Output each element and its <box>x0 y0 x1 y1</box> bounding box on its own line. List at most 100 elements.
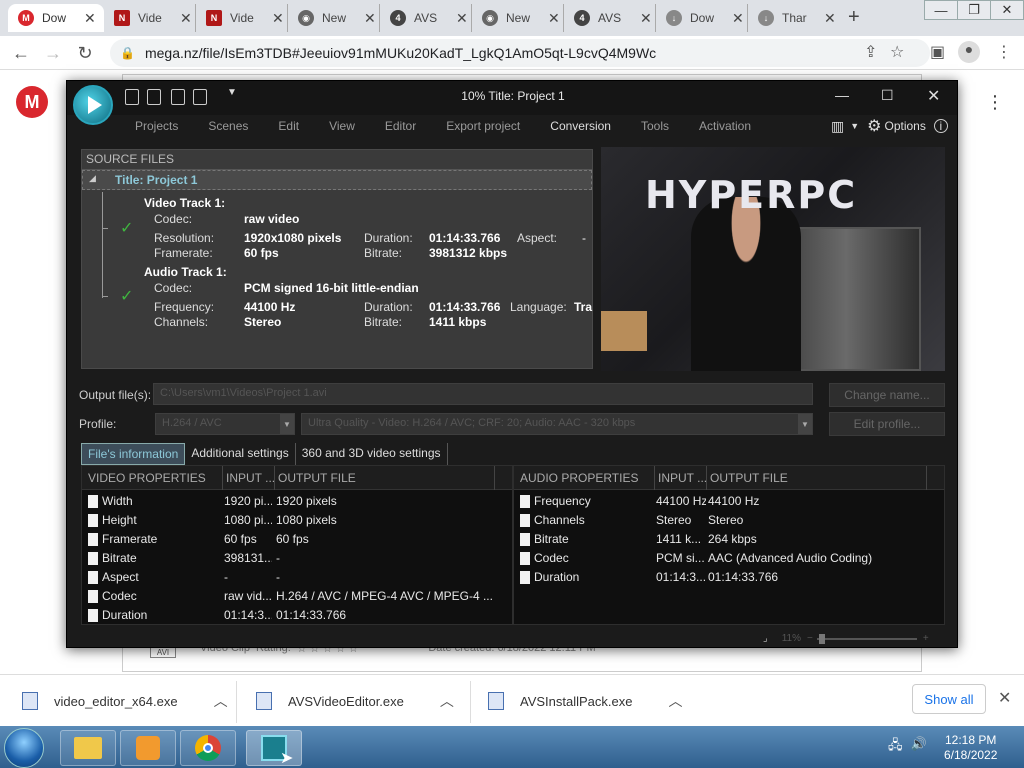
close-icon[interactable]: ✕ <box>180 10 192 27</box>
back-arrow-icon[interactable]: ← <box>8 40 34 66</box>
menu-conversion[interactable]: Conversion <box>550 119 611 133</box>
browser-tab-new-1[interactable]: ◉ New ✕ <box>288 4 380 32</box>
chevron-up-icon[interactable]: ︿ <box>440 691 454 711</box>
avs-maximize-icon[interactable]: ☐ <box>881 87 894 104</box>
table-row[interactable]: Duration 01:14:3... 01:14:33.766 <box>82 606 512 625</box>
collapse-triangle-icon[interactable]: ◢ <box>89 173 96 184</box>
profile-avatar-icon[interactable]: ● <box>958 41 980 63</box>
zoom-slider-thumb[interactable] <box>818 633 825 644</box>
tab-additional-settings[interactable]: Additional settings <box>185 443 296 465</box>
project-title-row[interactable]: ◢ Title: Project 1 <box>82 170 592 190</box>
output-file-field[interactable]: C:\Users\vm1\Videos\Project 1.avi <box>153 383 813 405</box>
column-header[interactable]: VIDEO PROPERTIES <box>88 471 206 485</box>
column-divider[interactable] <box>222 466 223 490</box>
page-menu-dots-icon[interactable]: ⋮ <box>986 92 1004 113</box>
close-icon[interactable]: ✕ <box>732 10 744 27</box>
mega-logo[interactable]: M <box>16 86 48 118</box>
menu-tools[interactable]: Tools <box>641 119 669 133</box>
close-icon[interactable]: ✕ <box>990 0 1024 20</box>
chevron-up-icon[interactable]: ︿ <box>214 691 228 711</box>
table-row[interactable]: Bitrate 398131... - <box>82 549 512 568</box>
close-icon[interactable]: ✕ <box>84 10 96 27</box>
table-row[interactable]: Bitrate 1411 k... 264 kbps <box>514 530 944 549</box>
close-icon[interactable]: ✕ <box>824 10 836 27</box>
close-icon[interactable]: ✕ <box>640 10 652 27</box>
taskbar-chrome[interactable] <box>180 730 236 766</box>
close-icon[interactable]: ✕ <box>456 10 468 27</box>
column-header[interactable]: INPUT ... <box>658 471 707 485</box>
avs-minimize-icon[interactable]: — <box>835 87 849 103</box>
browser-tab-new-2[interactable]: ◉ New ✕ <box>472 4 564 32</box>
show-all-button[interactable]: Show all <box>912 684 986 714</box>
column-header[interactable]: OUTPUT FILE <box>278 471 356 485</box>
tab-360-3d-settings[interactable]: 360 and 3D video settings <box>296 443 448 465</box>
browser-tab-download-1[interactable]: ↓ Dow ✕ <box>656 4 748 32</box>
column-divider[interactable] <box>494 466 495 490</box>
gear-icon[interactable]: ⚙ <box>867 116 881 136</box>
close-icon[interactable]: ✕ <box>272 10 284 27</box>
close-icon[interactable]: ✕ <box>548 10 560 27</box>
table-row[interactable]: Channels Stereo Stereo <box>514 511 944 530</box>
browser-tab-nch-2[interactable]: N Vide ✕ <box>196 4 288 32</box>
chevron-up-icon[interactable]: ︿ <box>668 691 682 711</box>
menu-edit[interactable]: Edit <box>278 119 299 133</box>
menu-activation[interactable]: Activation <box>699 119 751 133</box>
download-item[interactable]: AVSInstallPack.exe ︿ <box>488 691 682 711</box>
bookmark-star-icon[interactable]: ☆ <box>890 42 904 62</box>
table-row[interactable]: Duration 01:14:3... 01:14:33.766 <box>514 568 944 587</box>
zoom-out-icon[interactable]: − <box>807 633 813 644</box>
taskbar-clock[interactable]: 12:18 PM 6/18/2022 <box>944 733 997 763</box>
menu-editor[interactable]: Editor <box>385 119 416 133</box>
menu-dots-icon[interactable]: ⋮ <box>996 42 1012 62</box>
network-icon[interactable]: 🖧 <box>888 736 903 758</box>
address-bar[interactable]: 🔒 mega.nz/file/IsEm3TDB#Jeeuiov91mMUKu20… <box>110 39 930 67</box>
profile-quality-select[interactable]: Ultra Quality - Video: H.264 / AVC; CRF:… <box>301 413 813 435</box>
table-row[interactable]: Frequency 44100 Hz 44100 Hz <box>514 492 944 511</box>
table-row[interactable]: Aspect - - <box>82 568 512 587</box>
browser-tab-mega[interactable]: M Dow ✕ <box>8 4 104 32</box>
taskbar-avs-editor[interactable] <box>246 730 302 766</box>
forward-arrow-icon[interactable]: → <box>40 40 66 66</box>
minimize-icon[interactable]: — <box>924 0 958 20</box>
layout-dropdown-icon[interactable]: ▼ <box>850 121 859 131</box>
share-icon[interactable]: ⇪ <box>864 42 877 62</box>
avs-close-icon[interactable]: ✕ <box>927 86 940 106</box>
zoom-in-icon[interactable]: + <box>923 633 929 644</box>
menu-projects[interactable]: Projects <box>135 119 178 133</box>
close-downloads-icon[interactable]: ✕ <box>998 688 1011 708</box>
table-row[interactable]: Framerate 60 fps 60 fps <box>82 530 512 549</box>
options-button[interactable]: Options <box>885 119 926 133</box>
table-row[interactable]: Codec PCM si... AAC (Advanced Audio Coding… <box>514 549 944 568</box>
browser-tab-avs-2[interactable]: 4 AVS ✕ <box>564 4 656 32</box>
browser-tab-download-2[interactable]: ↓ Thar ✕ <box>748 4 840 32</box>
table-row[interactable]: Height 1080 pi... 1080 pixels <box>82 511 512 530</box>
volume-icon[interactable]: 🔊 <box>911 736 927 758</box>
download-item[interactable]: AVSVideoEditor.exe ︿ <box>256 691 454 711</box>
taskbar-explorer[interactable] <box>60 730 116 766</box>
column-divider[interactable] <box>274 466 275 490</box>
menu-export-project[interactable]: Export project <box>446 119 520 133</box>
close-icon[interactable]: ✕ <box>364 10 376 27</box>
column-header[interactable]: OUTPUT FILE <box>710 471 788 485</box>
download-item[interactable]: video_editor_x64.exe ︿ <box>22 691 228 711</box>
edit-profile-button[interactable]: Edit profile... <box>829 412 945 436</box>
side-panel-icon[interactable]: ▣ <box>930 42 945 62</box>
table-row[interactable]: Width 1920 pi... 1920 pixels <box>82 492 512 511</box>
zoom-slider[interactable] <box>816 633 917 644</box>
video-preview[interactable]: HYPERPC <box>601 147 945 371</box>
taskbar-media-player[interactable] <box>120 730 176 766</box>
change-name-button[interactable]: Change name... <box>829 383 945 407</box>
reload-icon[interactable]: ↻ <box>72 40 98 66</box>
menu-scenes[interactable]: Scenes <box>208 119 248 133</box>
new-tab-plus-icon[interactable]: + <box>848 6 860 29</box>
column-header[interactable]: AUDIO PROPERTIES <box>520 471 638 485</box>
column-divider[interactable] <box>706 466 707 490</box>
column-divider[interactable] <box>926 466 927 490</box>
column-header[interactable]: INPUT ... <box>226 471 275 485</box>
menu-view[interactable]: View <box>329 119 355 133</box>
start-button[interactable] <box>4 728 44 768</box>
column-divider[interactable] <box>654 466 655 490</box>
info-icon[interactable]: i <box>933 119 948 133</box>
browser-tab-nch-1[interactable]: N Vide ✕ <box>104 4 196 32</box>
layout-icon[interactable]: ▥ <box>831 118 844 135</box>
